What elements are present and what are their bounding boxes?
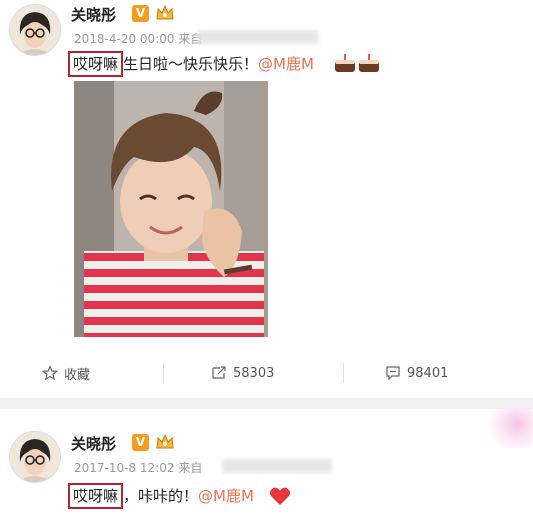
- heart-icon: [269, 487, 291, 505]
- post-text: ，咔咔的！: [123, 487, 199, 505]
- repost-icon: [212, 366, 226, 379]
- repost-count: 58303: [233, 365, 275, 381]
- post-time[interactable]: 2018-4-20 00:00: [74, 32, 175, 46]
- source-label: 来自: [178, 461, 203, 475]
- author-name[interactable]: 关晓彤: [71, 433, 116, 454]
- decorative-glow: [480, 408, 533, 448]
- post-text: 生日啦～快乐快乐！: [123, 55, 259, 73]
- photo-portrait-icon: [74, 81, 268, 337]
- repost-button[interactable]: 58303: [211, 363, 274, 383]
- comment-button[interactable]: 98401: [385, 363, 448, 383]
- post-content: 哎呀嘛 生日啦～快乐快乐！@M鹿M: [68, 51, 314, 77]
- favorite-label: 收藏: [64, 367, 91, 383]
- star-icon: [42, 365, 58, 381]
- mention-link[interactable]: @M鹿M: [258, 55, 314, 73]
- avatar-portrait-icon: [10, 5, 60, 55]
- source-device-redacted: [222, 459, 332, 473]
- action-separator: [343, 363, 344, 383]
- avatar[interactable]: [9, 4, 61, 56]
- highlight-box: 哎呀嘛: [68, 483, 124, 509]
- avatar[interactable]: [9, 431, 61, 483]
- source-device-redacted: [198, 30, 318, 44]
- highlight-box: 哎呀嘛: [68, 51, 124, 77]
- post-photo[interactable]: [74, 81, 268, 337]
- post-meta: 2018-4-20 00:00 来自: [74, 30, 202, 47]
- vip-crown-icon: [156, 4, 174, 20]
- vip-crown-icon: [156, 433, 174, 449]
- post-meta: 2017-10-8 12:02 来自: [74, 459, 202, 476]
- author-name[interactable]: 关晓彤: [71, 4, 116, 25]
- comment-count: 98401: [407, 365, 449, 381]
- action-bar: 收藏 58303 98401: [0, 363, 533, 383]
- comment-icon: [386, 366, 400, 381]
- favorite-button[interactable]: 收藏: [42, 363, 90, 383]
- action-separator: [163, 363, 164, 383]
- verified-badge: V: [132, 434, 149, 451]
- post-content: 哎呀嘛 ，咔咔的！@M鹿M: [68, 483, 254, 509]
- post-time[interactable]: 2017-10-8 12:02: [74, 461, 175, 475]
- mention-link[interactable]: @M鹿M: [198, 487, 254, 505]
- post-divider: [0, 398, 533, 409]
- cake-icon: [335, 54, 379, 72]
- verified-badge: V: [132, 5, 149, 22]
- avatar-portrait-icon: [10, 432, 60, 482]
